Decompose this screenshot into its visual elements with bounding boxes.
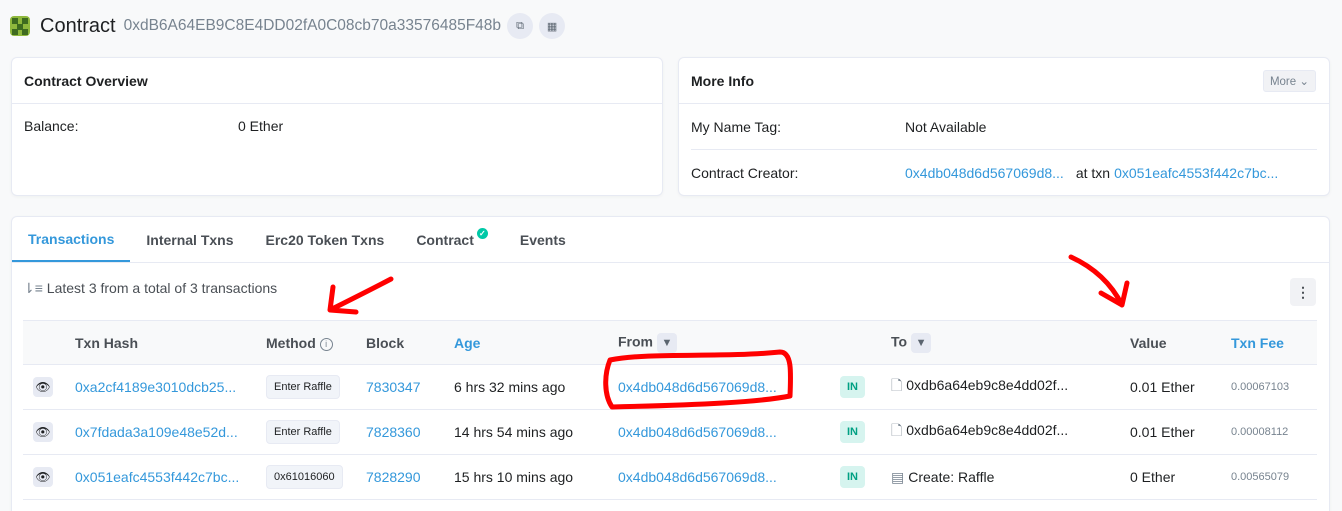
table-row: 👁 0x7fdada3a109e48e52d... Enter Raffle 7…	[23, 410, 1317, 455]
eye-icon[interactable]: 👁	[33, 467, 53, 487]
fee-cell: 0.00067103	[1231, 381, 1290, 393]
method-badge: 0x61016060	[266, 465, 343, 489]
overview-title: Contract Overview	[24, 72, 148, 89]
table-row: 👁 0xa2cf4189e3010dcb25... Enter Raffle 7…	[23, 365, 1317, 410]
col-value: Value	[1130, 334, 1167, 351]
at-txn-label: at txn	[1075, 165, 1111, 181]
file-icon: 🗋	[891, 422, 903, 438]
fee-cell: 0.00008112	[1231, 426, 1289, 438]
col-to: To ▼	[891, 321, 1130, 365]
tab-transactions[interactable]: Transactions	[12, 217, 131, 262]
age-cell: 14 hrs 54 mins ago	[454, 424, 574, 440]
from-address-link[interactable]: 0x4db048d6d567069d8...	[618, 379, 777, 395]
filter-icon[interactable]: ▼	[911, 332, 932, 353]
page-title: Contract	[40, 14, 116, 37]
creator-txn-link[interactable]: 0x051eafc4553f442c7bc...	[1114, 165, 1278, 181]
verified-check-icon: ✓	[476, 228, 488, 239]
value-cell: 0.01 Ether	[1130, 379, 1195, 395]
col-age[interactable]: Age	[454, 321, 618, 365]
eye-icon[interactable]: 👁	[33, 377, 53, 397]
qr-code-icon[interactable]: ▦	[539, 13, 566, 39]
direction-badge: IN	[840, 466, 865, 488]
to-address: 0xdb6a64eb9c8e4dd02f...	[906, 422, 1069, 438]
from-address-link[interactable]: 0x4db048d6d567069d8...	[618, 424, 777, 440]
more-info-card: More Info More ⌄ My Name Tag: Not Availa…	[678, 57, 1330, 196]
block-link[interactable]: 7828290	[366, 469, 421, 485]
col-method: Method i	[266, 321, 366, 365]
method-badge: Enter Raffle	[266, 420, 340, 444]
contract-creator-label: Contract Creator:	[691, 165, 799, 181]
txn-hash-link[interactable]: 0xa2cf4189e3010dcb25...	[75, 379, 236, 395]
sort-icon: ⇂≡	[23, 280, 43, 296]
info-icon[interactable]: i	[319, 337, 333, 351]
block-link[interactable]: 7828360	[366, 424, 421, 440]
creator-address-link[interactable]: 0x4db048d6d567069d8...	[905, 165, 1064, 181]
contract-overview-card: Contract Overview Balance: 0 Ether	[11, 57, 663, 196]
block-link[interactable]: 7830347	[366, 379, 421, 395]
more-info-title: More Info	[691, 72, 754, 89]
more-dropdown-button[interactable]: More ⌄	[1262, 69, 1316, 92]
age-cell: 15 hrs 10 mins ago	[454, 469, 574, 485]
page-header: Contract 0xdB6A64EB9C8E4DD02fA0C08cb70a3…	[10, 10, 566, 42]
transactions-summary: ⇂≡ Latest 3 from a total of 3 transactio…	[23, 280, 278, 296]
contract-create-icon: ▤	[891, 468, 905, 485]
transactions-table: Txn Hash Method i Block Age From ▼ To ▼ Va…	[23, 320, 1317, 500]
method-badge: Enter Raffle	[266, 375, 340, 399]
copy-icon[interactable]: ⧉	[507, 13, 534, 39]
col-txn-hash: Txn Hash	[75, 334, 139, 351]
value-cell: 0 Ether	[1130, 469, 1176, 485]
filter-icon[interactable]: ▼	[657, 332, 677, 353]
direction-badge: IN	[840, 376, 865, 398]
to-address: Create: Raffle	[908, 468, 995, 485]
col-txn-fee[interactable]: Txn Fee	[1231, 321, 1317, 365]
fee-cell: 0.00565079	[1231, 471, 1290, 483]
more-options-icon[interactable]: ⋮	[1290, 278, 1316, 306]
tab-contract[interactable]: Contract ✓	[400, 217, 504, 262]
to-address: 0xdb6a64eb9c8e4dd02f...	[906, 377, 1069, 393]
table-row: 👁 0x051eafc4553f442c7bc... 0x61016060 78…	[23, 455, 1317, 500]
tab-bar: Transactions Internal Txns Erc20 Token T…	[12, 217, 1329, 263]
name-tag-label: My Name Tag:	[691, 118, 781, 135]
tab-erc20-token-txns[interactable]: Erc20 Token Txns	[250, 217, 401, 262]
file-icon: 🗋	[891, 377, 903, 393]
col-from: From ▼	[618, 321, 840, 365]
balance-label: Balance:	[24, 118, 79, 134]
tab-internal-txns[interactable]: Internal Txns	[130, 217, 249, 262]
eye-icon[interactable]: 👁	[33, 422, 53, 442]
table-header-row: Txn Hash Method i Block Age From ▼ To ▼ Va…	[23, 320, 1317, 365]
txn-hash-link[interactable]: 0x051eafc4553f442c7bc...	[75, 469, 239, 485]
col-block: Block	[366, 334, 405, 351]
value-cell: 0.01 Ether	[1130, 424, 1195, 440]
direction-badge: IN	[840, 421, 865, 443]
txn-hash-link[interactable]: 0x7fdada3a109e48e52d...	[75, 424, 238, 440]
from-address-link[interactable]: 0x4db048d6d567069d8...	[618, 469, 777, 485]
contract-address: 0xdB6A64EB9C8E4DD02fA0C08cb70a33576485F4…	[123, 17, 502, 34]
balance-value: 0 Ether	[238, 118, 284, 134]
name-tag-value: Not Available	[905, 118, 987, 135]
age-cell: 6 hrs 32 mins ago	[454, 379, 566, 395]
tab-events[interactable]: Events	[504, 217, 582, 262]
contract-identicon-icon	[10, 16, 30, 36]
